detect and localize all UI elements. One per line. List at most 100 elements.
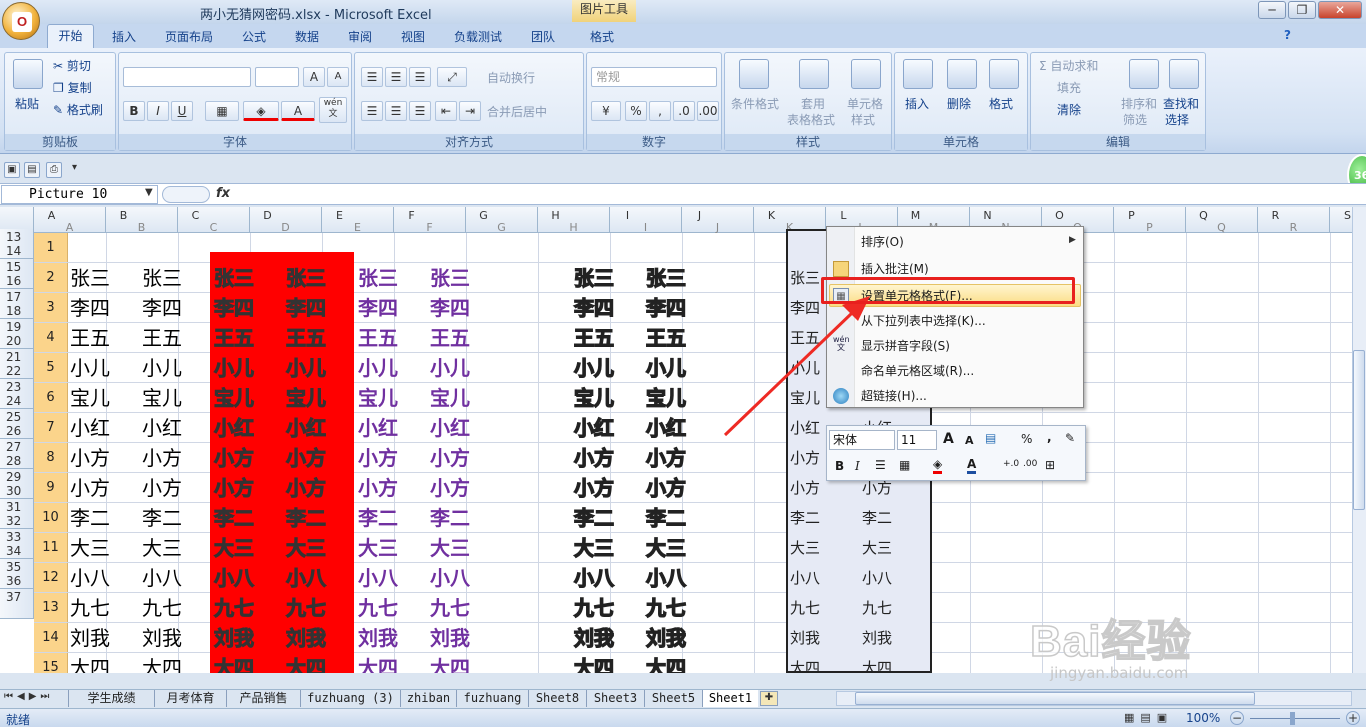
row-header[interactable]: 33 34 [0,529,34,559]
cell-value[interactable]: 小红 [142,413,182,443]
sheet-tab[interactable]: Sheet3 [586,690,644,707]
phonetic-button[interactable]: wén 文 [319,97,347,123]
font-size-dropdown[interactable] [255,67,299,87]
cell-value[interactable]: 小儿 [70,353,110,383]
cell-value[interactable]: 刘我 [790,623,820,653]
cell-styles-icon[interactable] [851,59,881,89]
cell-value[interactable]: 小方 [286,473,327,503]
sort-filter-icon[interactable] [1129,59,1159,89]
cell-value[interactable]: 宝儿 [358,383,398,413]
cell-value[interactable]: 刘我 [358,623,398,653]
cell-value[interactable]: 小方 [214,473,255,503]
increase-decimal-icon[interactable]: .0 [673,101,695,121]
copy-button[interactable]: ❐ 复制 [53,79,92,96]
cell-value[interactable]: 大三 [573,533,614,563]
cell-value[interactable]: 小儿 [214,353,255,383]
cell-value[interactable]: 李四 [790,293,820,323]
paste-button[interactable]: 粘贴 [15,95,39,112]
cell-value[interactable]: 小八 [430,563,470,593]
name-box-dropdown-icon[interactable]: ▼ [145,187,153,198]
cell-value[interactable]: 小红 [214,413,255,443]
sheet-nav-arrows-icon[interactable]: ⏮◀▶⏭ [4,691,53,702]
cell-value[interactable]: 小八 [70,563,110,593]
cell-value[interactable]: 小方 [70,473,110,503]
cell-value[interactable]: 小八 [142,563,182,593]
mini-percent-button[interactable]: % [1021,432,1032,446]
cell-value[interactable]: 大三 [214,533,255,563]
number-format-dropdown[interactable]: 常规 [591,67,717,87]
horizontal-scroll-thumb[interactable] [855,692,1255,705]
cell-value[interactable]: 李二 [142,503,182,533]
cell-value[interactable]: 九七 [286,593,327,623]
cell-value[interactable]: 刘我 [645,623,686,653]
cell-value[interactable]: 大四 [573,653,614,673]
zoom-level[interactable]: 100% [1186,711,1220,725]
underline-button[interactable]: U [171,101,193,121]
cell-value[interactable]: 小八 [214,563,255,593]
tab-format[interactable]: 格式 [590,28,614,45]
format-table-label-2[interactable]: 表格格式 [787,111,835,128]
cell-value[interactable]: 小方 [645,443,686,473]
cell-value[interactable]: 小方 [358,443,398,473]
format-cells-icon[interactable] [989,59,1019,89]
cell-value[interactable]: 小方 [214,443,255,473]
zoom-slider-thumb[interactable] [1290,712,1295,725]
sheet-tab[interactable]: 学生成绩 [68,690,154,707]
conditional-format-icon[interactable] [739,59,769,89]
sheet-tab-active[interactable]: Sheet1 [702,690,758,707]
cell-value[interactable]: 王五 [573,323,614,353]
cell-value[interactable]: 张三 [70,263,110,293]
mini-border-icon[interactable]: ▦ [899,458,910,472]
insert-function-button[interactable]: fx [216,186,230,201]
cell-value[interactable]: 小方 [358,473,398,503]
insert-cells-button[interactable]: 插入 [905,95,929,112]
row-header[interactable]: 29 30 [0,469,34,499]
comma-button[interactable]: , [649,101,671,121]
mini-fill-color-icon[interactable]: ◈ [933,457,943,474]
tab-data[interactable]: 数据 [295,28,319,45]
cell-value[interactable]: 小红 [286,413,327,443]
save-icon[interactable]: ▣ [4,162,20,178]
cell-value[interactable]: 刘我 [286,623,327,653]
cell-value[interactable]: 九七 [790,593,820,623]
cell-value[interactable]: 大四 [430,653,470,673]
tab-view[interactable]: 视图 [401,28,425,45]
mini-increase-decimal-icon[interactable]: +.0 [1003,459,1019,469]
sheet-tab[interactable]: 产品销售 [226,690,300,707]
cell-value[interactable]: 张三 [790,263,820,293]
cell-value[interactable]: 小方 [573,443,614,473]
cell-value[interactable]: 刘我 [214,623,255,653]
close-button[interactable]: ✕ [1318,1,1362,19]
currency-icon[interactable]: ¥ [591,101,621,121]
column-header[interactable]: SS [1330,207,1352,233]
cell-value[interactable]: 王五 [286,323,327,353]
menu-item-sort[interactable]: 排序(O) [861,231,904,253]
cell-value[interactable]: 小方 [430,443,470,473]
cell-value[interactable]: 李二 [430,503,470,533]
cell-value[interactable]: 王五 [142,323,182,353]
customize-qat-icon[interactable]: ▾ [72,162,77,173]
cell-value[interactable]: 王五 [790,323,820,353]
tab-team[interactable]: 团队 [531,28,555,45]
mini-comma-button[interactable]: , [1047,430,1052,444]
fill-button[interactable]: 填充 [1057,79,1081,96]
row-header[interactable]: 37 [0,589,34,619]
cell-value[interactable]: 张三 [645,263,686,293]
cell-value[interactable]: 刘我 [70,623,110,653]
help-icon[interactable]: ? [1284,28,1291,42]
cell-value[interactable]: 九七 [70,593,110,623]
minimize-button[interactable]: ─ [1258,1,1286,19]
cell-value[interactable]: 九七 [573,593,614,623]
cell-value[interactable]: 大三 [790,533,820,563]
cell-value[interactable]: 小方 [573,473,614,503]
tab-review[interactable]: 审阅 [348,28,372,45]
cell-value[interactable]: 李四 [214,293,255,323]
mini-font-dropdown[interactable]: 宋体 [829,430,895,450]
fill-color-button[interactable]: ◈ [243,101,279,121]
tab-load-test[interactable]: 负载测试 [454,28,502,45]
cell-value[interactable]: 宝儿 [790,383,820,413]
cell-value[interactable]: 小方 [286,443,327,473]
italic-button[interactable]: I [147,101,169,121]
cell-value[interactable]: 大三 [70,533,110,563]
cell-value[interactable]: 大四 [645,653,686,673]
